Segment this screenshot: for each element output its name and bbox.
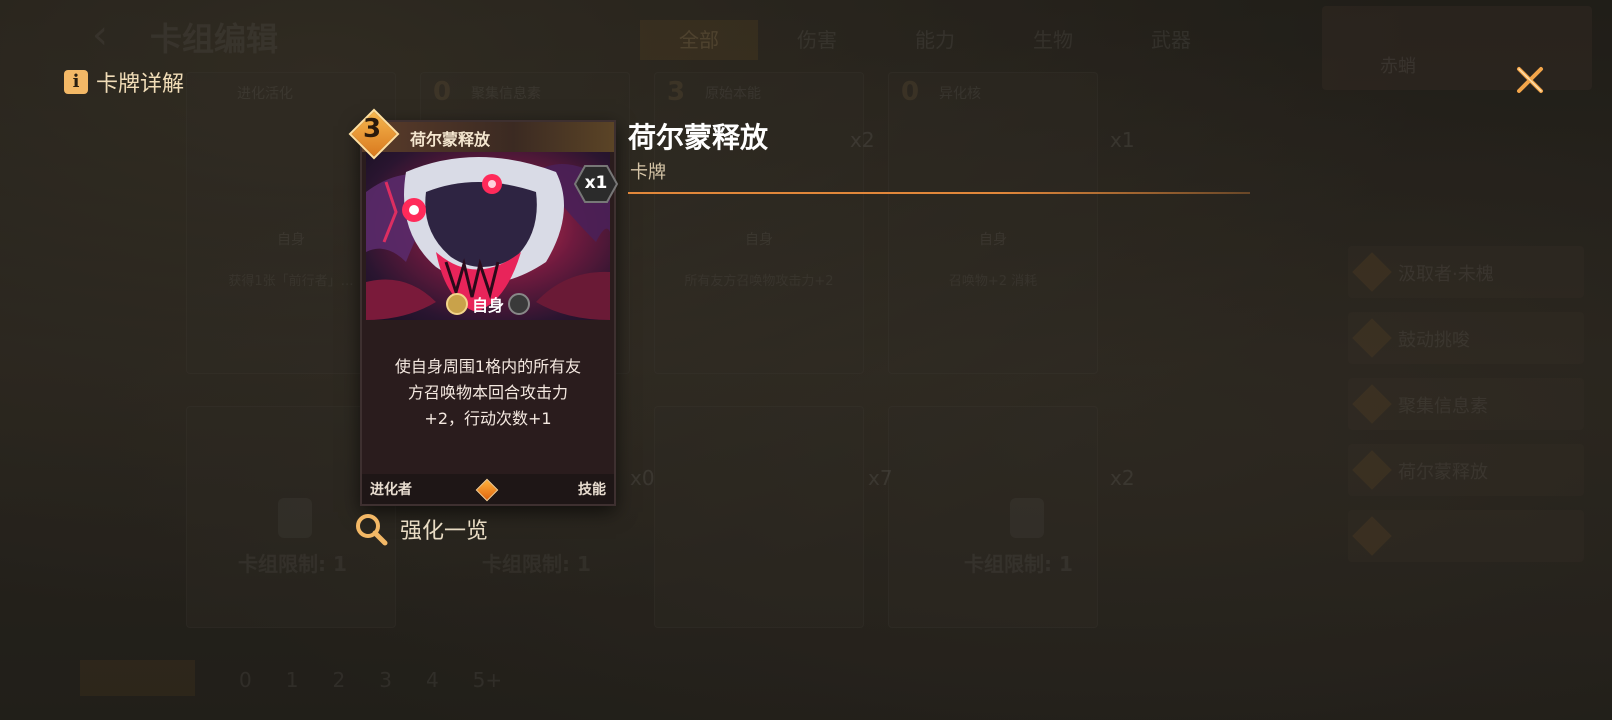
heading-divider xyxy=(628,192,1250,194)
card-name-bar: 荷尔蒙释放 xyxy=(362,122,614,152)
range-icon xyxy=(508,293,530,315)
card-detail-header: i 卡牌详解 xyxy=(64,66,184,98)
card-description: 使自身周围1格内的所有友 方召唤物本回合攻击力 +2，行动次数+1 xyxy=(370,354,606,432)
modal-overlay[interactable] xyxy=(0,0,1612,720)
close-button[interactable] xyxy=(1512,62,1548,98)
card-quantity-badge: x1 xyxy=(574,164,618,204)
card-description-line: 使自身周围1格内的所有友 xyxy=(394,357,582,376)
card-cost-badge: 3 xyxy=(348,108,400,160)
card-target-label: 自身 xyxy=(471,296,504,315)
rarity-gem-icon xyxy=(475,478,499,502)
upgrade-overview-button[interactable]: 强化一览 xyxy=(354,512,488,546)
upgrade-overview-label: 强化一览 xyxy=(400,519,489,544)
card-description-line: 方召唤物本回合攻击力 xyxy=(407,383,568,402)
close-icon xyxy=(1517,67,1543,93)
card-footer: 进化者 技能 xyxy=(362,474,614,504)
card-heading: 荷尔蒙释放 xyxy=(628,121,769,154)
search-icon xyxy=(356,514,388,546)
card-class-label: 进化者 xyxy=(370,482,412,498)
card-target-tag: 自身 xyxy=(362,292,614,316)
card-type-label: 技能 xyxy=(578,482,606,498)
card-category: 卡牌 xyxy=(630,162,666,183)
card-detail-title: 卡牌详解 xyxy=(96,72,185,97)
card-description-line: +2，行动次数+1 xyxy=(424,409,552,428)
card-cost: 3 xyxy=(362,114,382,144)
card-quantity: x1 xyxy=(584,173,608,193)
coin-icon xyxy=(445,293,468,315)
card-name: 荷尔蒙释放 xyxy=(410,130,491,149)
info-icon: i xyxy=(64,70,88,94)
